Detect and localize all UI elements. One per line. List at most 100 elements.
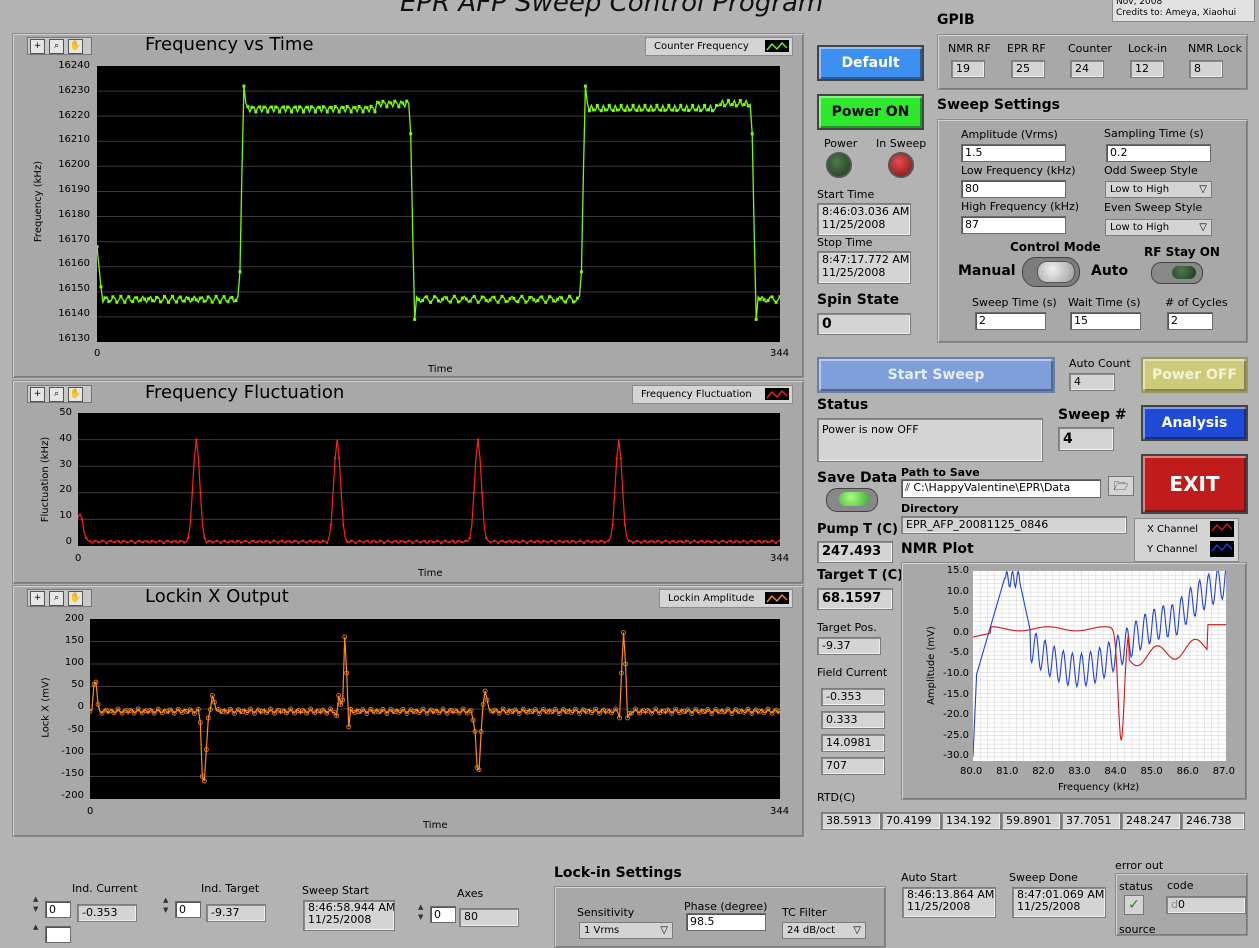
graph3-toolbar[interactable]: + ⌕ ✋ (27, 589, 92, 607)
frequency-fluctuation-point (403, 540, 406, 544)
counter-frequency-point (746, 104, 750, 108)
counter-frequency-point (278, 110, 282, 114)
frequency-fluctuation-point (195, 438, 198, 441)
sweep-time-input[interactable]: 2 (975, 312, 1046, 330)
y-channel-label: Y Channel (1147, 544, 1198, 555)
wait-time-input[interactable]: 15 (1070, 312, 1141, 330)
frequency-fluctuation-point (362, 541, 365, 544)
counter-frequency-point (425, 295, 429, 299)
sampling-time-label: Sampling Time (s) (1104, 127, 1204, 140)
counter-frequency-point (313, 110, 317, 114)
counter-frequency-point (488, 298, 492, 302)
counter-frequency-point (484, 298, 488, 302)
amplitude-input[interactable]: 1.5 (961, 144, 1066, 162)
analysis-button[interactable]: Analysis (1141, 405, 1248, 441)
odd-sweep-style-select[interactable]: Low to High ▽ (1105, 181, 1212, 198)
phase-input[interactable]: 98.5 (686, 913, 766, 931)
graph1-plot-area[interactable] (95, 66, 782, 342)
graph2-plot-area[interactable] (76, 413, 782, 546)
legend-line (766, 389, 788, 399)
graph1-toolbar[interactable]: + ⌕ ✋ (27, 37, 92, 55)
frequency-fluctuation-point (146, 540, 149, 543)
counter-frequency-point (556, 297, 560, 301)
counter-frequency-point (222, 295, 226, 299)
counter-frequency-point (639, 108, 643, 112)
sweep-time-label: Sweep Time (s) (972, 296, 1057, 309)
power-off-button[interactable]: Power OFF (1141, 357, 1248, 393)
pan-hand-icon[interactable]: ✋ (68, 387, 83, 402)
graph2-toolbar[interactable]: + ⌕ ✋ (27, 385, 92, 403)
graph3-legend[interactable]: Lockin Amplitude (659, 589, 793, 608)
save-data-label: Save Data (817, 470, 898, 486)
tc-filter-select[interactable]: 24 dB/oct ▽ (782, 922, 866, 939)
graph3-title: Lockin X Output (145, 586, 289, 607)
ind-current-stepper-arrows[interactable]: ▲ ▼ (33, 894, 43, 916)
axes-stepper-arrows[interactable]: ▲ ▼ (418, 902, 428, 924)
frequency-fluctuation-point (750, 539, 753, 542)
manual-label: Manual (958, 263, 1016, 279)
pan-hand-icon[interactable]: ✋ (68, 39, 83, 54)
sampling-time-input[interactable]: 0.2 (1106, 144, 1211, 162)
low-frequency-input[interactable]: 80 (961, 180, 1066, 198)
counter-frequency-point (508, 297, 512, 301)
nmr-legend[interactable]: X Channel Y Channel (1134, 518, 1239, 562)
zoom-icon[interactable]: ⌕ (49, 387, 64, 402)
cursor-icon[interactable]: + (30, 591, 45, 606)
error-code-number: 0 (1177, 898, 1185, 911)
high-frequency-input[interactable]: 87 (961, 216, 1066, 234)
counter-frequency-point (234, 298, 238, 302)
rf-stay-on-toggle[interactable] (1151, 262, 1203, 284)
cursor-icon[interactable]: + (30, 387, 45, 402)
graph2-legend[interactable]: Frequency Fluctuation (632, 385, 793, 404)
gpib-epr-rf-value[interactable]: 25 (1011, 60, 1045, 78)
counter-frequency-point (349, 110, 353, 114)
gpib-counter-value[interactable]: 24 (1070, 60, 1104, 78)
ind-current-step-input-2[interactable] (45, 926, 71, 943)
graph3-plot-area[interactable] (87, 619, 783, 799)
sensitivity-select[interactable]: 1 Vrms ▽ (579, 922, 673, 939)
exit-button[interactable]: EXIT (1141, 454, 1248, 514)
graph1-legend-label: Counter Frequency (654, 41, 749, 52)
cycles-input[interactable]: 2 (1167, 312, 1213, 330)
frequency-fluctuation-point (550, 539, 553, 542)
ind-current-stepper-2[interactable]: ▲ (33, 922, 43, 934)
ind-target-step-input[interactable]: 0 (175, 901, 201, 918)
even-sweep-style-select[interactable]: Low to High ▽ (1105, 219, 1212, 236)
graph1-legend[interactable]: Counter Frequency (645, 37, 793, 56)
control-mode-toggle[interactable] (1022, 257, 1080, 287)
default-button[interactable]: Default (817, 45, 924, 81)
gpib-nmr-rf-value[interactable]: 19 (951, 60, 985, 78)
low-frequency-label: Low Frequency (kHz) (961, 164, 1076, 177)
gpib-lockin-value[interactable]: 12 (1130, 60, 1164, 78)
counter-frequency-point (373, 110, 377, 114)
rtd-value-7: 246.738 (1181, 812, 1245, 830)
save-data-toggle[interactable] (826, 488, 878, 512)
power-on-button[interactable]: Power ON (817, 94, 924, 130)
counter-frequency-point (389, 101, 393, 105)
rf-stay-on-label: RF Stay ON (1144, 245, 1220, 259)
start-sweep-button[interactable]: Start Sweep (817, 357, 1055, 393)
ind-current-step-input[interactable]: 0 (45, 901, 71, 918)
counter-frequency-point (365, 106, 369, 110)
counter-frequency-point (707, 108, 711, 112)
ind-target-stepper-arrows[interactable]: ▲ ▼ (163, 895, 173, 917)
axes-step-input[interactable]: 0 (430, 906, 456, 923)
path-to-save-input[interactable]: ⫽ C:\HappyValentine\EPR\Data (901, 479, 1101, 498)
gpib-nmr-lock-value[interactable]: 8 (1189, 60, 1223, 78)
counter-frequency-point (718, 103, 722, 107)
zoom-icon[interactable]: ⌕ (49, 591, 64, 606)
counter-frequency-point (333, 105, 337, 109)
frequency-fluctuation-point (386, 539, 390, 542)
counter-frequency-point (738, 98, 742, 102)
nmr-x-ticks: 80.0 81.0 82.0 83.0 84.0 85.0 86.0 87.0 (960, 766, 1240, 780)
frequency-fluctuation-point (370, 540, 374, 543)
pan-hand-icon[interactable]: ✋ (68, 591, 83, 606)
browse-folder-icon[interactable]: 🗁 (1108, 476, 1134, 496)
frequency-fluctuation-point (80, 518, 84, 521)
zoom-icon[interactable]: ⌕ (49, 39, 64, 54)
nmr-plot-area[interactable] (972, 566, 1227, 761)
x-channel-legend: X Channel (1147, 521, 1198, 538)
graph2-ytick: 0 (65, 536, 72, 547)
cursor-icon[interactable]: + (30, 39, 45, 54)
frequency-fluctuation-point (391, 541, 394, 544)
